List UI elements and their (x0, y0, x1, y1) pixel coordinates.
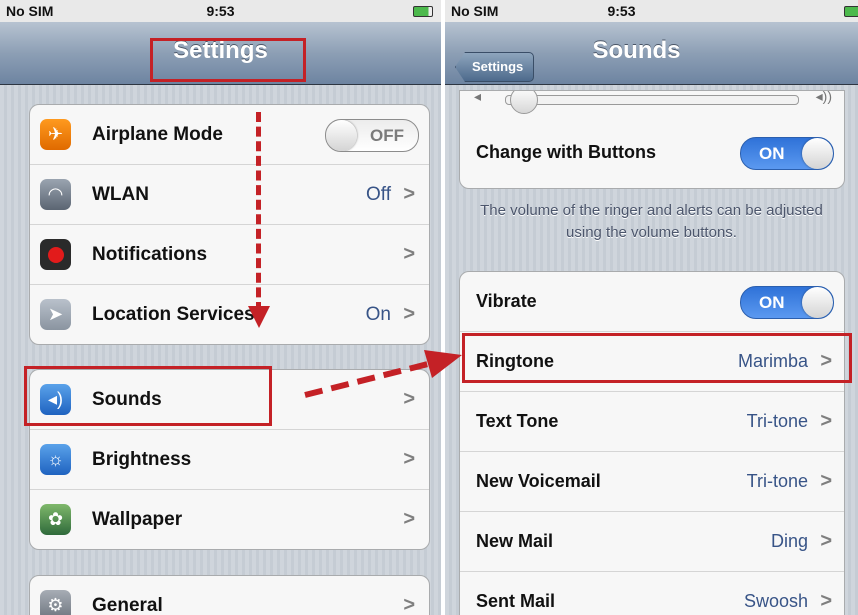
airplane-icon: ✈ (40, 119, 71, 150)
chevron-right-icon: > (820, 410, 832, 432)
row-value: Off (366, 184, 391, 205)
page-title: Sounds (592, 37, 681, 64)
settings-group-ringer: ◂ ◂)) Change with Buttons ON (459, 90, 845, 189)
brightness-icon: ☼ (40, 444, 71, 475)
chevron-right-icon: > (403, 448, 415, 470)
slider-track[interactable] (505, 91, 799, 114)
row-value: Ding (770, 531, 808, 551)
row-label: New Mail (476, 531, 554, 551)
row-value: Swoosh (743, 591, 808, 611)
toggle-knob (326, 120, 357, 151)
row-label: Wallpaper (92, 509, 183, 530)
slider-thumb[interactable] (510, 91, 538, 114)
chevron-right-icon: > (403, 594, 415, 615)
settings-row-new-mail[interactable]: New Mail Ding > (460, 512, 844, 572)
vibrate-toggle[interactable]: ON (740, 286, 834, 319)
chevron-right-icon: > (403, 303, 415, 325)
settings-row-wallpaper[interactable]: ✿ Wallpaper > (30, 490, 429, 549)
settings-row-location-services[interactable]: ➤ Location Services On > (30, 285, 429, 344)
row-label: Vibrate (476, 291, 537, 311)
row-label: Text Tone (476, 411, 559, 431)
row-label: Brightness (92, 449, 192, 470)
row-label: General (92, 595, 163, 615)
ringer-footnote: The volume of the ringer and alerts can … (480, 202, 823, 241)
settings-row-brightness[interactable]: ☼ Brightness > (30, 430, 429, 490)
row-value: On (365, 304, 391, 325)
row-label: New Voicemail (476, 471, 601, 491)
row-label: Location Services (92, 304, 255, 325)
battery-icon (844, 6, 858, 17)
settings-row-wlan[interactable]: ◠ WLAN Off > (30, 165, 429, 225)
chevron-right-icon: > (820, 590, 832, 612)
airplane-mode-toggle[interactable]: OFF (325, 119, 419, 152)
notifications-icon (40, 239, 71, 270)
chevron-right-icon: > (820, 530, 832, 552)
toggle-state: OFF (370, 126, 404, 145)
volume-high-icon: ◂)) (815, 90, 832, 104)
arrow-down-icon (248, 306, 270, 328)
settings-group-sounds-list: Vibrate ON Ringtone Marimba > Text Tone … (459, 271, 845, 615)
row-label: Notifications (92, 244, 208, 265)
toggle-knob (802, 287, 833, 318)
chevron-right-icon: > (403, 388, 415, 410)
sounds-screen: No SIM 9:53 Settings Sounds ◂ ◂)) Change… (445, 0, 858, 615)
chevron-right-icon: > (820, 470, 832, 492)
settings-row-airplane-mode[interactable]: ✈ Airplane Mode OFF (30, 105, 429, 165)
chevron-right-icon: > (403, 243, 415, 265)
wifi-icon: ◠ (40, 179, 71, 210)
highlight-box-settings-title (150, 38, 306, 82)
settings-row-sent-mail[interactable]: Sent Mail Swoosh > (460, 572, 844, 615)
clock-label: 9:53 (206, 3, 235, 19)
clock-label: 9:53 (607, 3, 636, 19)
settings-row-change-with-buttons[interactable]: Change with Buttons ON (460, 117, 844, 187)
battery-icon (413, 6, 433, 17)
row-value: Tri-tone (746, 411, 808, 431)
settings-row-vibrate[interactable]: Vibrate ON (460, 272, 844, 332)
chevron-right-icon: > (403, 183, 415, 205)
change-with-buttons-toggle[interactable]: ON (740, 137, 834, 170)
toggle-knob (802, 138, 833, 169)
dashed-arrow-line (256, 112, 261, 312)
row-label: Airplane Mode (92, 124, 223, 145)
row-label: Sent Mail (476, 591, 556, 611)
ringer-volume-slider[interactable]: ◂ ◂)) (460, 91, 844, 117)
settings-group-connectivity: ✈ Airplane Mode OFF ◠ WLAN Off > Notific… (29, 104, 430, 345)
settings-row-new-voicemail[interactable]: New Voicemail Tri-tone > (460, 452, 844, 512)
status-bar: No SIM 9:53 (445, 0, 858, 22)
row-value: Tri-tone (746, 471, 808, 491)
settings-row-general[interactable]: ⚙ General > (30, 576, 429, 615)
highlight-box-sounds (24, 366, 272, 426)
wallpaper-icon: ✿ (40, 504, 71, 535)
row-label: WLAN (92, 184, 149, 205)
chevron-right-icon: > (403, 508, 415, 530)
toggle-state: ON (759, 144, 785, 163)
toggle-state: ON (759, 293, 785, 312)
settings-row-text-tone[interactable]: Text Tone Tri-tone > (460, 392, 844, 452)
location-icon: ➤ (40, 299, 71, 330)
settings-group-general: ⚙ General > (29, 575, 430, 615)
gear-icon: ⚙ (40, 590, 71, 615)
navigation-bar: Settings Sounds (445, 22, 858, 85)
highlight-box-ringtone (462, 333, 852, 383)
settings-screen: No SIM 9:53 Settings ✈ Airplane Mode OFF… (0, 0, 441, 615)
settings-row-notifications[interactable]: Notifications > (30, 225, 429, 285)
volume-low-icon: ◂ (474, 90, 482, 104)
row-label: Change with Buttons (476, 142, 656, 162)
status-bar: No SIM 9:53 (0, 0, 441, 22)
